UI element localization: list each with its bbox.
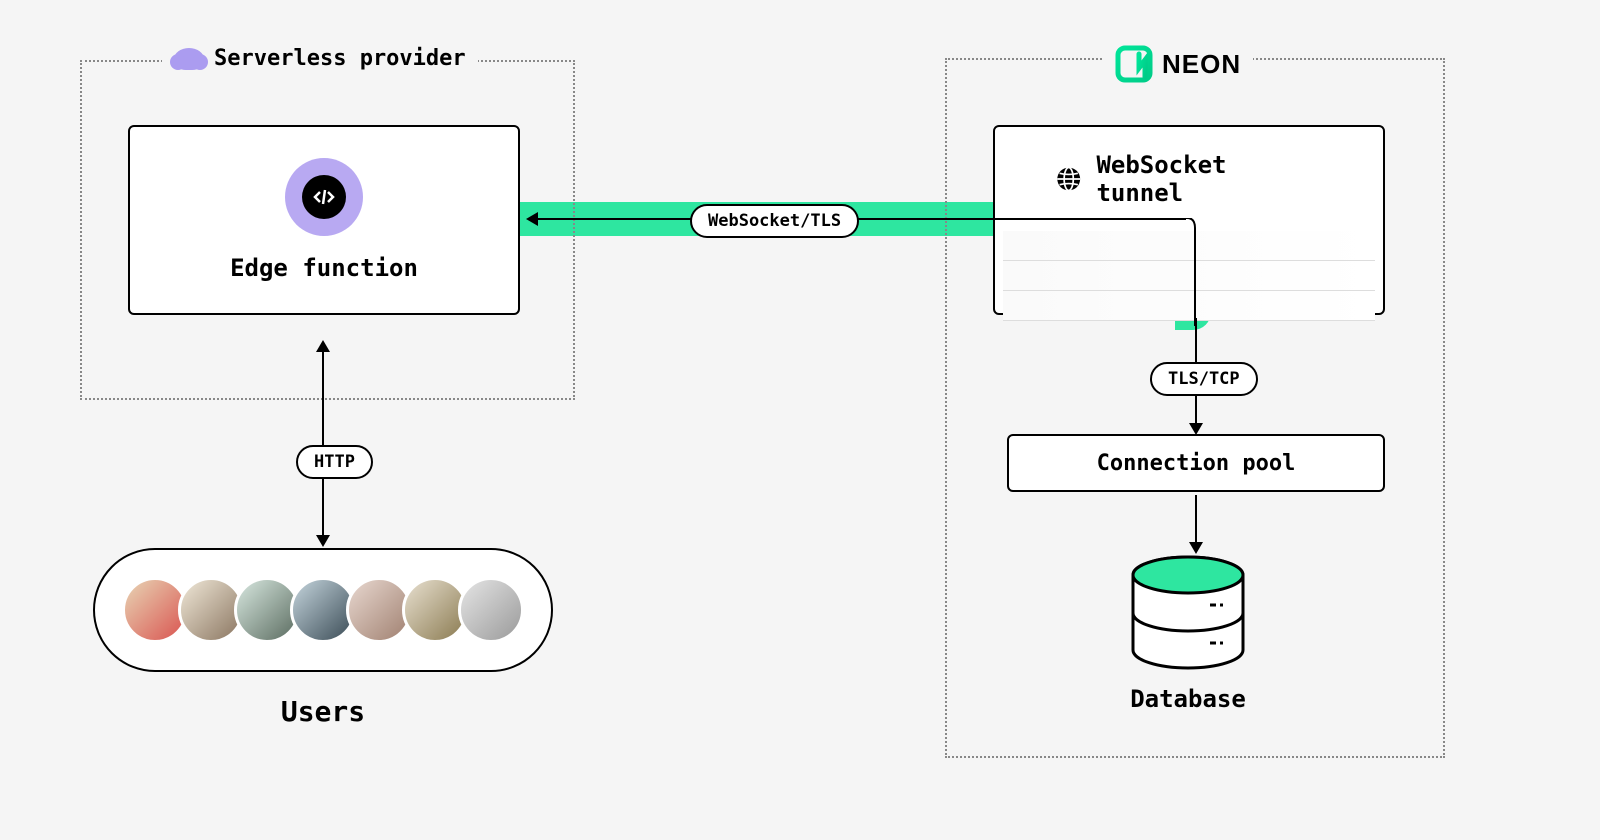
serverless-header: Serverless provider [162,46,478,71]
pool-db-arrow-line [1195,495,1197,545]
avatar [458,577,524,643]
avatar-row [122,577,524,643]
pool-db-arrow-head [1189,542,1203,554]
globe-icon [1055,165,1082,193]
users-group [93,548,553,672]
neon-logo: NEON [1114,44,1241,84]
database-label: Database [1058,685,1318,713]
neon-brand-text: NEON [1162,49,1241,80]
users-label: Users [93,695,553,728]
http-arrow-up [316,340,330,352]
database-icon [1128,555,1248,674]
tls-tcp-arrow-head [1189,423,1203,435]
websocket-arrow-line [536,218,1186,220]
http-arrow-down [316,535,330,547]
neon-logo-mark [1114,44,1154,84]
edge-function-box: Edge function [128,125,520,315]
connection-pool-box: Connection pool [1007,434,1385,492]
tls-tcp-label: TLS/TCP [1150,362,1258,396]
neon-header: NEON [1102,44,1253,84]
websocket-arrow-head [526,212,538,226]
websocket-curve [1175,218,1205,328]
code-icon [302,175,346,219]
serverless-title: Serverless provider [214,46,466,71]
http-label: HTTP [296,445,373,479]
code-badge [285,158,363,236]
cloud-icon [174,48,204,70]
websocket-tls-label: WebSocket/TLS [690,204,859,238]
edge-function-label: Edge function [230,254,418,282]
websocket-tunnel-label: WebSocket tunnel [1096,151,1323,207]
connection-pool-label: Connection pool [1097,451,1296,476]
